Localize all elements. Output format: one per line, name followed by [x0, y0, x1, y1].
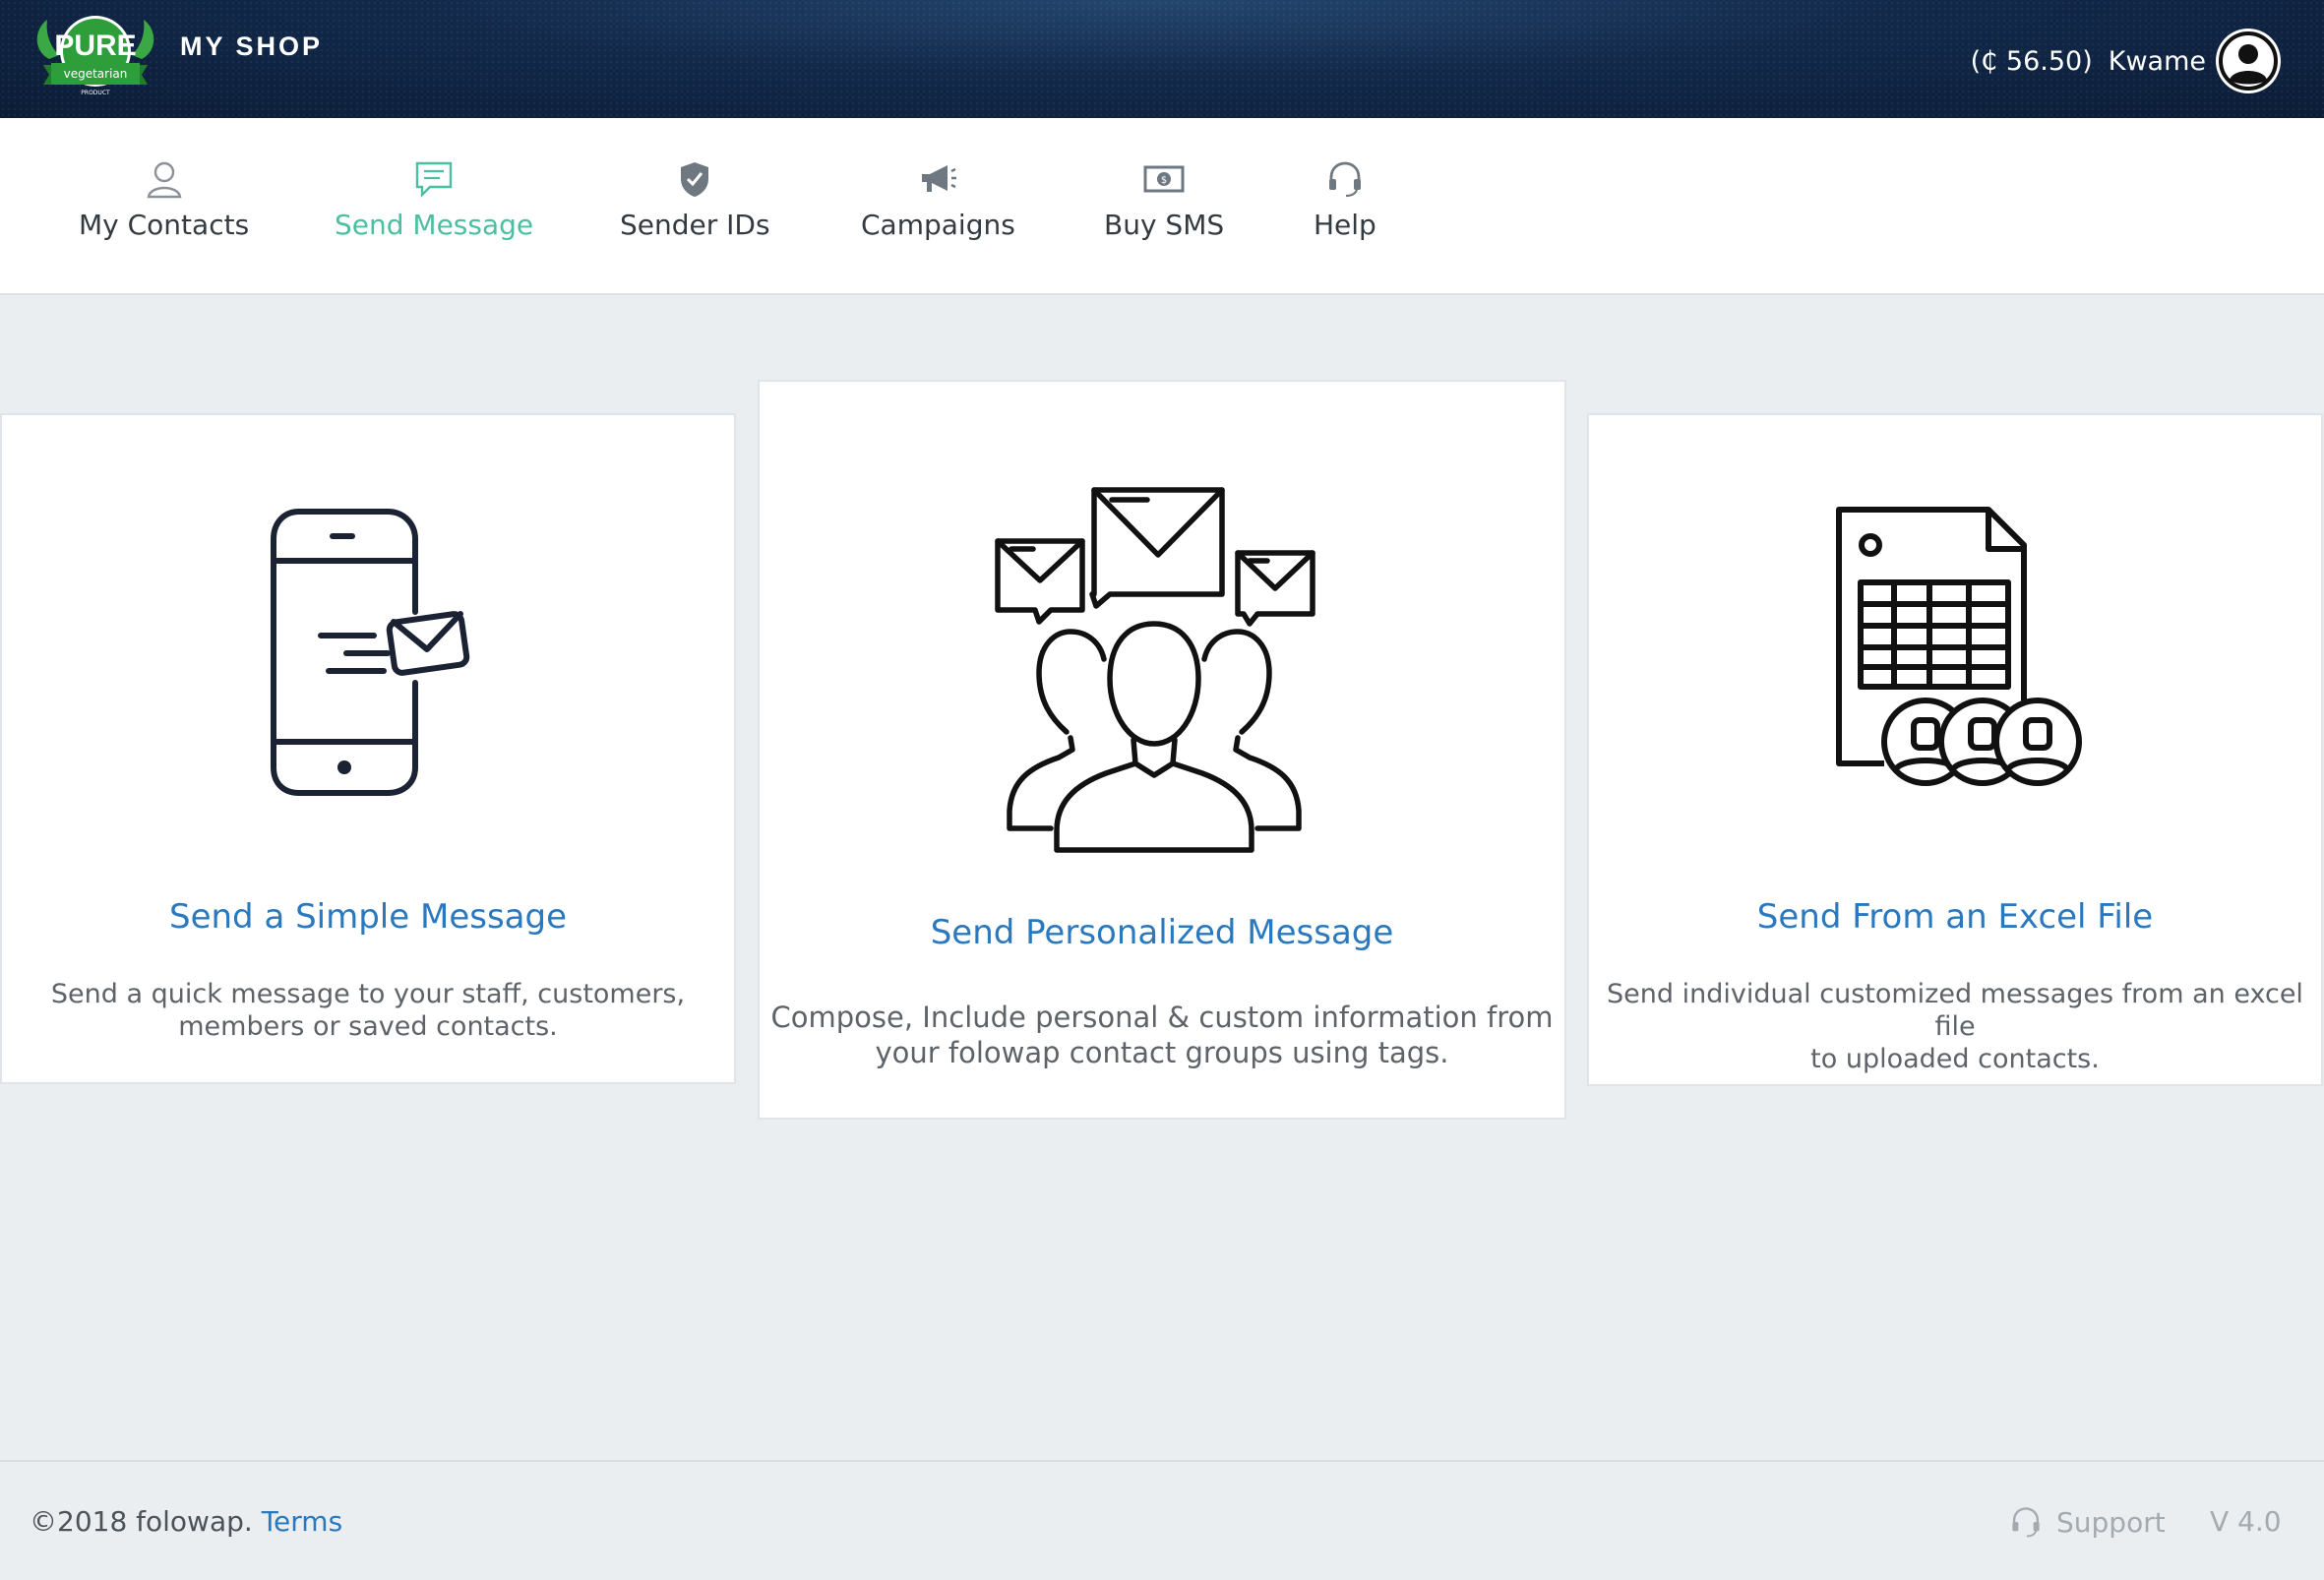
copyright: ©2018 folowap. Terms — [30, 1505, 342, 1538]
card-description-line: members or saved contacts. — [178, 1011, 558, 1042]
card-description-line: your folowap contact groups using tags. — [875, 1036, 1449, 1069]
card-title[interactable]: Send From an Excel File — [1589, 897, 2321, 937]
nav-campaigns[interactable]: Campaigns — [861, 155, 1015, 241]
user-area[interactable]: (₵ 56.50) Kwame — [1971, 26, 2281, 96]
card-description: Send individual customized messages from… — [1589, 978, 2321, 1075]
chat-bubble-icon — [415, 161, 453, 198]
copyright-text: ©2018 folowap. — [30, 1505, 253, 1538]
nav-buy-sms[interactable]: $ Buy SMS — [1104, 155, 1224, 241]
pure-vegetarian-logo[interactable]: PURE vegetarian PRODUCT — [30, 12, 161, 100]
svg-text:$: $ — [1161, 175, 1167, 186]
card-title[interactable]: Send Personalized Message — [760, 913, 1564, 952]
username[interactable]: Kwame — [2109, 46, 2206, 77]
card-description-line: to uploaded contacts. — [1810, 1044, 2100, 1074]
phone-message-icon — [271, 509, 470, 796]
spreadsheet-contacts-icon — [1836, 507, 2082, 786]
nav-send-message[interactable]: Send Message — [335, 155, 533, 241]
shop-name: MY SHOP — [180, 31, 324, 61]
shield-check-icon — [681, 162, 709, 197]
sms-balance: (₵ 56.50) — [1970, 45, 2093, 77]
group-messages-icon — [995, 487, 1315, 853]
nav-label: Help — [1314, 209, 1376, 241]
user-outline-icon — [147, 161, 181, 199]
card-description: Send a quick message to your staff, cust… — [2, 978, 734, 1043]
headset-icon — [1328, 161, 1361, 198]
megaphone-icon — [922, 165, 957, 192]
card-description: Compose, Include personal & custom infor… — [760, 1000, 1564, 1070]
card-excel-file[interactable]: Send From an Excel File Send individual … — [1587, 413, 2323, 1086]
user-avatar-icon — [2219, 31, 2278, 91]
nav-my-contacts[interactable]: My Contacts — [79, 155, 249, 241]
nav-label: Sender IDs — [620, 209, 770, 241]
money-bill-icon: $ — [1143, 165, 1185, 193]
nav-help[interactable]: Help — [1314, 155, 1376, 241]
card-simple-message[interactable]: Send a Simple Message Send a quick messa… — [0, 413, 736, 1084]
main-nav: My Contacts Send Message Sender IDs Camp… — [0, 118, 2324, 295]
svg-text:vegetarian: vegetarian — [64, 67, 128, 81]
card-personalized-message[interactable]: Send Personalized Message Compose, Inclu… — [758, 380, 1566, 1120]
nav-label: Send Message — [335, 209, 534, 241]
nav-label: Campaigns — [861, 209, 1015, 241]
support-label: Support — [2056, 1505, 2166, 1539]
svg-text:PURE: PURE — [54, 30, 136, 62]
headset-icon — [2012, 1507, 2040, 1538]
support-link[interactable]: Support — [2009, 1505, 2166, 1539]
nav-sender-ids[interactable]: Sender IDs — [620, 155, 770, 241]
card-description-line: Send individual customized messages from… — [1607, 979, 2303, 1042]
version-label: V 4.0 — [2210, 1505, 2282, 1538]
card-title[interactable]: Send a Simple Message — [2, 897, 734, 937]
svg-text:PRODUCT: PRODUCT — [81, 90, 110, 96]
terms-link[interactable]: Terms — [262, 1505, 342, 1538]
card-description-line: Compose, Include personal & custom infor… — [770, 1001, 1554, 1034]
avatar[interactable] — [2216, 29, 2281, 93]
nav-label: My Contacts — [79, 209, 250, 241]
nav-label: Buy SMS — [1104, 209, 1225, 241]
top-header: PURE vegetarian PRODUCT MY SHOP (₵ 56.50… — [0, 0, 2324, 118]
card-description-line: Send a quick message to your staff, cust… — [50, 979, 686, 1009]
footer-divider — [0, 1460, 2324, 1462]
